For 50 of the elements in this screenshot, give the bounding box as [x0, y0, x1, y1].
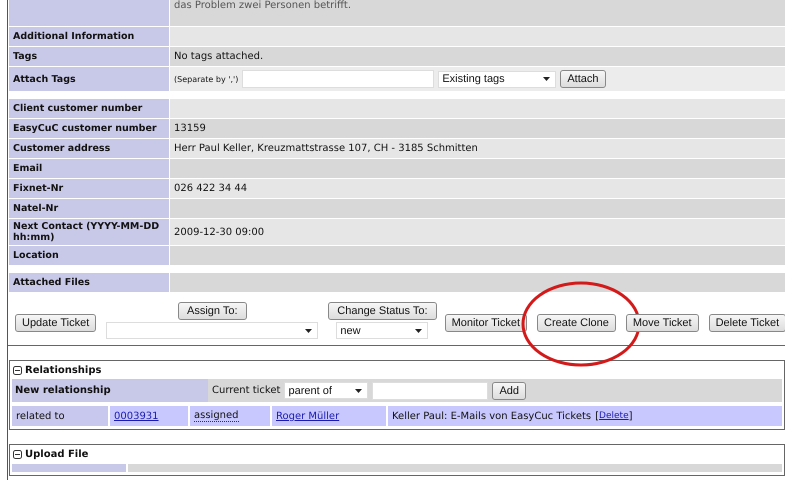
field-label: New relationship	[12, 379, 208, 402]
caret-icon	[415, 328, 422, 332]
action-button[interactable]: Move Ticket	[626, 314, 699, 332]
field-label: Customer address	[9, 139, 169, 158]
field-value: 13159	[170, 119, 785, 138]
status-text: assigned	[194, 410, 239, 422]
relation-type: related to	[12, 406, 108, 426]
field-value: das Problem zwei Personen betrifft.	[170, 0, 785, 26]
section-title: Relationships	[25, 365, 102, 376]
field-value: Herr Paul Keller, Kreuzmattstrasse 107, CH - 3185 Schmitten	[170, 139, 785, 158]
field-label: Client customer number	[9, 99, 169, 118]
action-button[interactable]: Update Ticket	[15, 314, 96, 332]
dropdown[interactable]	[106, 322, 318, 339]
field-label: Additional Information	[9, 27, 169, 46]
dropdown[interactable]: parent of	[284, 382, 368, 399]
caret-icon	[305, 328, 312, 332]
action-button[interactable]: Delete Ticket	[708, 314, 785, 332]
action-button[interactable]: Monitor Ticket	[444, 314, 528, 332]
field-value: 2009-12-30 09:00	[170, 219, 785, 245]
field-value: No tags attached.	[170, 47, 785, 66]
action-button[interactable]: Change Status To:	[328, 302, 437, 320]
add-button[interactable]: Add	[492, 382, 526, 400]
tags-input-field[interactable]	[242, 70, 434, 88]
field-label: Attach Tags	[9, 67, 169, 91]
dropdown[interactable]: Existing tags	[438, 70, 556, 88]
field-label: Next Contact (YYYY-MM-DD hh:mm)	[9, 219, 169, 245]
field-label: Fixnet-Nr	[9, 179, 169, 198]
field-value: 026 422 34 44	[170, 179, 785, 198]
action-button[interactable]: Create Clone	[537, 314, 616, 332]
dropdown[interactable]: new	[336, 322, 428, 339]
collapse-icon[interactable]	[13, 450, 22, 459]
bracket: ]	[628, 410, 633, 422]
delete-link[interactable]: Delete	[599, 411, 629, 421]
collapse-icon[interactable]	[13, 366, 22, 375]
field-label: Location	[9, 246, 169, 265]
summary-text: Keller Paul: E-Mails von EasyCuc Tickets	[392, 410, 592, 422]
hint-text: (Separate by ',')	[174, 74, 238, 84]
field-label: Tags	[9, 47, 169, 66]
field-label: Attached Files	[9, 273, 169, 292]
field-label: Current ticket	[212, 385, 280, 396]
ticket-input-field[interactable]	[372, 382, 488, 400]
caret-icon	[543, 77, 550, 81]
action-button[interactable]: Assign To:	[178, 302, 247, 320]
field-label: Natel-Nr	[9, 199, 169, 218]
field-label: Email	[9, 159, 169, 178]
caret-icon	[355, 388, 362, 392]
bracket: [	[595, 410, 600, 422]
section-title: Upload File	[25, 449, 88, 460]
attach-button[interactable]: Attach	[560, 70, 606, 88]
field-label: EasyCuC customer number	[9, 119, 169, 138]
